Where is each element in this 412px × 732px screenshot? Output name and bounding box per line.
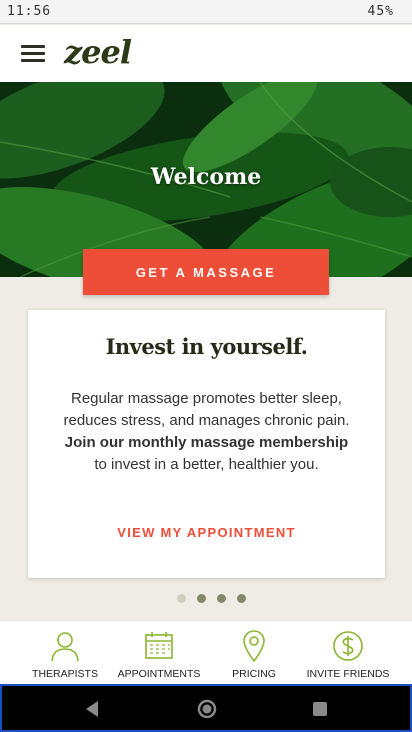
card-title: Invest in yourself. [105, 334, 308, 359]
get-a-massage-button[interactable]: GET A MASSAGE [83, 249, 329, 295]
promo-card: Invest in yourself. Regular massage prom… [28, 310, 385, 578]
nav-label-appointments: APPOINTMENTS [117, 668, 201, 680]
welcome-title: Welcome [150, 164, 262, 190]
carousel-dot[interactable] [236, 594, 246, 603]
nav-label-therapists: THERAPISTS [32, 668, 98, 680]
nav-label-pricing: PRICING [232, 668, 276, 680]
back-icon[interactable] [84, 700, 100, 718]
location-pin-icon [243, 630, 265, 662]
person-icon [51, 632, 79, 662]
dollar-icon [333, 631, 363, 661]
status-time: 11:56 [7, 4, 52, 19]
card-text-bold-line: Join our monthly massage membership [64, 434, 349, 451]
battery-level: 45% [367, 4, 394, 19]
carousel-dot[interactable] [196, 594, 206, 603]
nav-item-invite-friends[interactable]: INVITE FRIENDS [306, 621, 390, 685]
zeel-logo: zeel [64, 33, 132, 71]
carousel-dot[interactable] [176, 594, 186, 603]
app-header: zeel [0, 25, 412, 82]
carousel-dot[interactable] [216, 594, 226, 603]
nav-item-appointments[interactable]: APPOINTMENTS [117, 621, 201, 685]
hamburger-menu-icon[interactable] [21, 45, 45, 63]
card-text-line: to invest in a better, healthier you. [94, 456, 319, 473]
nav-label-invite-friends: INVITE FRIENDS [306, 668, 390, 680]
android-navigation-bar [0, 684, 412, 732]
bottom-navigation: THERAPISTS APPOINTMENTS PRICING INVITE F… [0, 620, 412, 684]
nav-item-therapists[interactable]: THERAPISTS [27, 621, 103, 685]
recent-apps-icon[interactable] [313, 702, 327, 716]
carousel-pagination [0, 594, 412, 603]
card-text-line: reduces stress, and manages chronic pain… [63, 412, 350, 429]
card-body: Regular massage promotes better sleep, r… [46, 388, 367, 476]
calendar-icon [145, 632, 173, 659]
view-my-appointment-link[interactable]: VIEW MY APPOINTMENT [28, 525, 385, 540]
status-bar: 11:56 45% [0, 0, 412, 24]
nav-item-pricing[interactable]: PRICING [224, 621, 284, 685]
hero-banner: Welcome [0, 82, 412, 277]
card-text-line: Regular massage promotes better sleep, [71, 390, 342, 407]
home-icon[interactable] [197, 699, 217, 719]
